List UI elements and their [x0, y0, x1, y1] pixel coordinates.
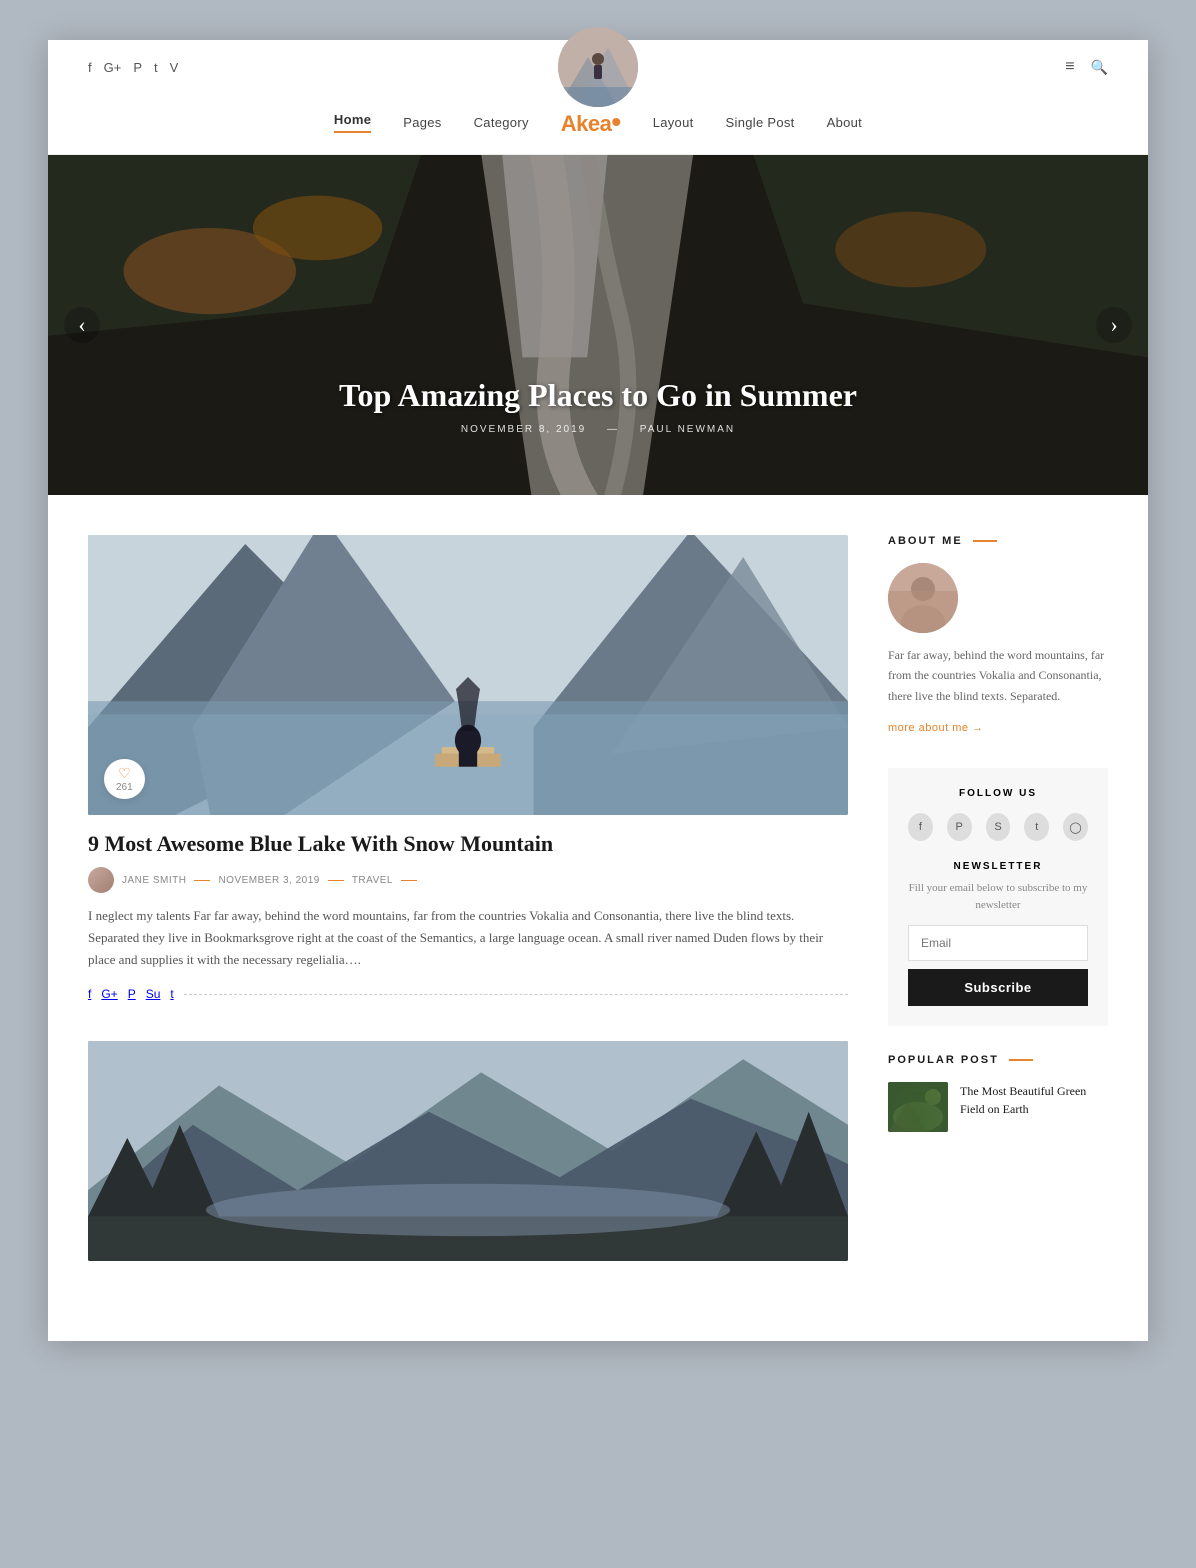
main-content: ♡ 261 9 Most Awesome Blue Lake With Snow… — [48, 495, 1148, 1341]
about-avatar — [888, 563, 958, 633]
follow-icons: f P S t ◯ — [908, 813, 1088, 841]
menu-icon[interactable]: ≡ — [1065, 58, 1074, 76]
author-avatar — [88, 867, 114, 893]
brand-text-main: Ak — [561, 111, 588, 136]
follow-skype[interactable]: S — [986, 813, 1011, 841]
nav-pages[interactable]: Pages — [403, 115, 441, 130]
about-me-title: ABOUT ME — [888, 535, 1108, 547]
hero-prev-button[interactable]: ‹ — [64, 307, 100, 343]
popular-thumb-1 — [888, 1082, 948, 1132]
like-heart-icon: ♡ — [118, 765, 131, 782]
follow-facebook[interactable]: f — [908, 813, 933, 841]
nav-home[interactable]: Home — [334, 112, 371, 133]
post-share-facebook[interactable]: f — [88, 987, 91, 1001]
post-like-button[interactable]: ♡ 261 — [104, 759, 145, 799]
post-excerpt-1: I neglect my talents Far far away, behin… — [88, 905, 848, 971]
hero-content: Top Amazing Places to Go in Summer NOVEM… — [48, 377, 1148, 435]
page-wrapper: f G+ P t V — [48, 40, 1148, 1341]
header-logo — [558, 27, 638, 107]
newsletter-title: NEWSLETTER — [908, 861, 1088, 872]
post-card-2 — [88, 1041, 848, 1261]
post-share-gplus[interactable]: G+ — [101, 987, 117, 1001]
brand-dot: • — [611, 106, 620, 137]
hero-slider: ‹ › Top Amazing Places to Go in Summer N… — [48, 155, 1148, 495]
popular-post-title: POPULAR POST — [888, 1054, 1108, 1066]
like-count: 261 — [116, 782, 133, 793]
header-social: f G+ P t V — [88, 60, 178, 75]
follow-title: FOLLOW US — [908, 788, 1088, 799]
social-gplus-link[interactable]: G+ — [104, 60, 122, 75]
hero-date: NOVEMBER 8, 2019 — [461, 424, 586, 435]
post-share-stumble[interactable]: Su — [146, 987, 161, 1001]
header-right: ≡ 🔍 — [1065, 58, 1108, 76]
logo-circle — [558, 27, 638, 107]
social-pinterest-link[interactable]: P — [133, 60, 142, 75]
post-card-1: ♡ 261 9 Most Awesome Blue Lake With Snow… — [88, 535, 848, 1001]
hero-separator: — — [607, 424, 624, 435]
post-image-1: ♡ 261 — [88, 535, 848, 815]
follow-twitter[interactable]: t — [1024, 813, 1049, 841]
nav-about[interactable]: About — [827, 115, 862, 130]
social-facebook-link[interactable]: f — [88, 60, 92, 75]
follow-pinterest[interactable]: P — [947, 813, 972, 841]
post-author-row: JANE SMITH NOVEMBER 3, 2019 TRAVEL — [88, 867, 848, 893]
post-date: NOVEMBER 3, 2019 — [218, 875, 319, 886]
sidebar: ABOUT ME Far far away, behind the word m… — [888, 535, 1108, 1301]
social-vimeo-link[interactable]: V — [170, 60, 179, 75]
author-date-separator — [194, 880, 210, 881]
category-end-separator — [401, 880, 417, 881]
post-mountain-image — [88, 1041, 848, 1261]
post-social-row: f G+ P Su t — [88, 987, 848, 1001]
hero-title: Top Amazing Places to Go in Summer — [48, 377, 1148, 414]
hero-meta: NOVEMBER 8, 2019 — PAUL NEWMAN — [48, 424, 1148, 435]
post-title-1[interactable]: 9 Most Awesome Blue Lake With Snow Mount… — [88, 831, 848, 857]
post-category: TRAVEL — [352, 875, 393, 886]
hero-author: PAUL NEWMAN — [640, 424, 735, 435]
hero-next-button[interactable]: › — [1096, 307, 1132, 343]
about-text: Far far away, behind the word mountains,… — [888, 645, 1108, 706]
author-name: JANE SMITH — [122, 875, 186, 886]
nav-single-post[interactable]: Single Post — [726, 115, 795, 130]
date-category-separator — [328, 880, 344, 881]
post-image-2 — [88, 1041, 848, 1261]
email-input[interactable] — [908, 925, 1088, 961]
post-social-divider — [184, 994, 848, 995]
popular-item-1: The Most Beautiful Green Field on Earth — [888, 1082, 1108, 1132]
brand-text-highlight: ea — [588, 111, 611, 136]
search-icon[interactable]: 🔍 — [1091, 59, 1108, 76]
post-share-pinterest[interactable]: P — [128, 987, 136, 1001]
sidebar-about-section: ABOUT ME Far far away, behind the word m… — [888, 535, 1108, 736]
post-lake-image — [88, 535, 848, 815]
post-share-twitter[interactable]: t — [170, 987, 173, 1001]
nav-brand: Akea• — [561, 106, 621, 138]
nav-layout[interactable]: Layout — [653, 115, 694, 130]
nav-category[interactable]: Category — [474, 115, 529, 130]
popular-item-title-1[interactable]: The Most Beautiful Green Field on Earth — [960, 1082, 1108, 1118]
subscribe-button[interactable]: Subscribe — [908, 969, 1088, 1006]
popular-post-section: POPULAR POST The Most Beautiful Green Fi… — [888, 1054, 1108, 1132]
follow-newsletter-box: FOLLOW US f P S t ◯ NEWSLETTER Fill your… — [888, 768, 1108, 1026]
follow-instagram[interactable]: ◯ — [1063, 813, 1088, 841]
more-about-link[interactable]: more about me → — [888, 722, 984, 734]
social-twitter-link[interactable]: t — [154, 60, 158, 75]
header: f G+ P t V — [48, 40, 1148, 94]
posts-column: ♡ 261 9 Most Awesome Blue Lake With Snow… — [88, 535, 848, 1301]
hero-overlay — [48, 155, 1148, 495]
newsletter-desc: Fill your email below to subscribe to my… — [908, 880, 1088, 913]
